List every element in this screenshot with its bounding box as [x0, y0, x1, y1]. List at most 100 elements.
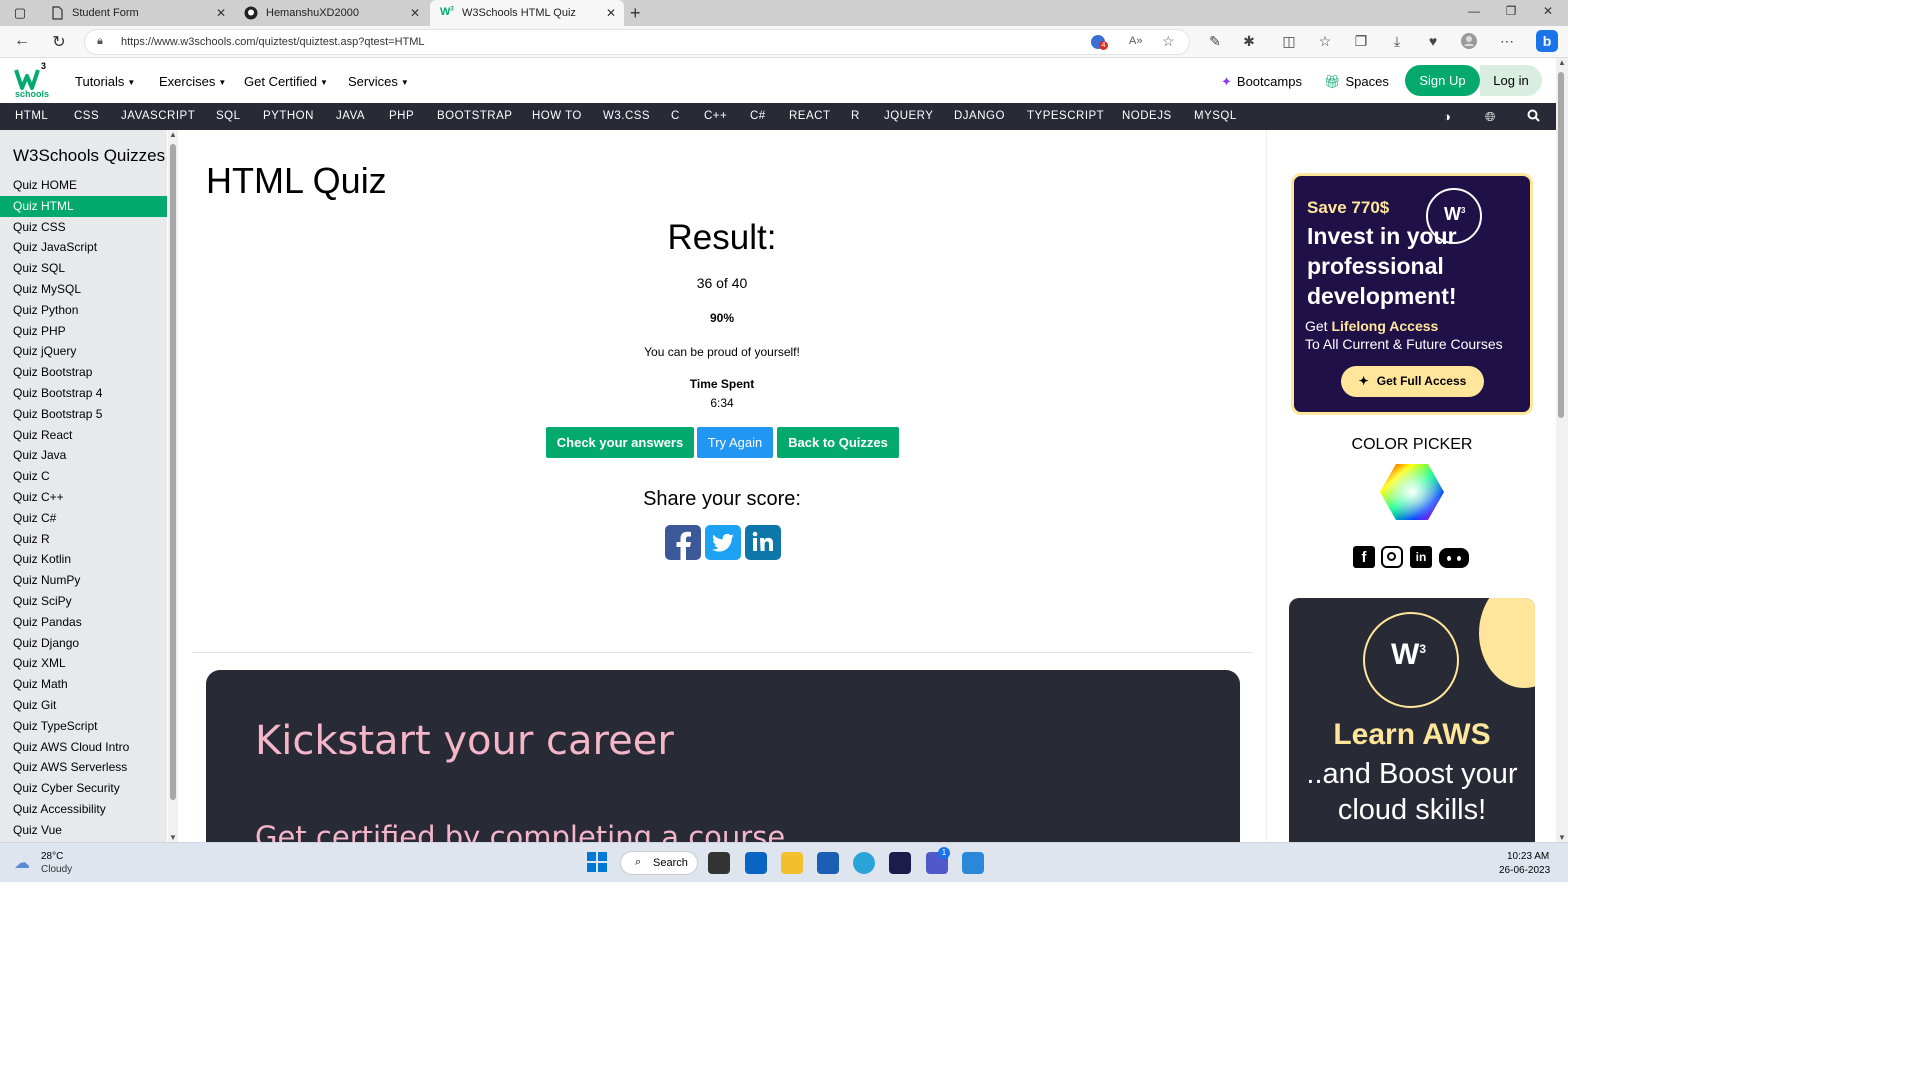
sidebar-item[interactable]: Quiz Kotlin — [0, 549, 167, 570]
sidebar-item[interactable]: Quiz React — [0, 425, 167, 446]
extension-shield-icon[interactable]: 4 — [1091, 35, 1108, 50]
sidebar-scrollbar[interactable]: ▲ ▼ — [168, 130, 178, 842]
profile-avatar-icon[interactable] — [1460, 33, 1478, 52]
clock-time[interactable]: 10:23 AM — [1507, 851, 1549, 862]
sidebar-item[interactable]: Quiz XML — [0, 653, 167, 674]
bing-copilot-icon[interactable]: b — [1536, 30, 1558, 52]
get-full-access-button[interactable]: ✦ Get Full Access — [1341, 366, 1484, 397]
tab-student-form[interactable]: Student Form ✕ — [40, 0, 234, 26]
scroll-down-icon[interactable]: ▼ — [1558, 833, 1566, 842]
sidebar-item[interactable]: Quiz C++ — [0, 487, 167, 508]
sidebar-item[interactable]: Quiz Python — [0, 300, 167, 321]
log-in-button[interactable]: Log in — [1480, 65, 1542, 96]
back-to-quizzes-button[interactable]: Back to Quizzes — [777, 427, 899, 458]
weather-cloud-icon[interactable]: ☁ — [14, 853, 30, 873]
url-text[interactable]: https://www.w3schools.com/quiztest/quizt… — [121, 36, 425, 48]
topnav-how-to[interactable]: HOW TO — [532, 110, 582, 122]
clock-date[interactable]: 26-06-2023 — [1499, 865, 1550, 876]
bootcamps-link[interactable]: ✦ Bootcamps — [1221, 74, 1302, 90]
split-screen-icon[interactable]: ◫ — [1280, 33, 1298, 50]
collections-icon[interactable]: ❐ — [1352, 33, 1370, 50]
full-access-ad[interactable]: Save 770$ Invest in your professional de… — [1291, 173, 1533, 415]
favorites-icon[interactable]: ☆ — [1316, 33, 1334, 50]
back-icon[interactable]: ← — [12, 32, 32, 50]
sidebar-item[interactable]: Quiz Pandas — [0, 612, 167, 633]
sidebar-item[interactable]: Quiz MySQL — [0, 279, 167, 300]
topnav-r[interactable]: R — [851, 110, 860, 122]
topnav-python[interactable]: PYTHON — [263, 110, 314, 122]
sidebar-item[interactable]: Quiz Git — [0, 695, 167, 716]
menu-services[interactable]: Services ▼ — [348, 74, 409, 89]
twitter-share-icon[interactable] — [705, 525, 741, 560]
sign-up-button[interactable]: Sign Up — [1405, 65, 1480, 96]
app-w-icon[interactable] — [889, 852, 911, 874]
spaces-link[interactable]: 🎁︎ Spaces — [1324, 74, 1389, 90]
menu-get-certified[interactable]: Get Certified ▼ — [244, 74, 328, 89]
topnav-w3css[interactable]: W3.CSS — [603, 110, 650, 122]
sidebar-item[interactable]: Quiz Java — [0, 445, 167, 466]
sidebar-item[interactable]: Quiz SQL — [0, 258, 167, 279]
outlook-icon[interactable] — [745, 852, 767, 874]
check-answers-button[interactable]: Check your answers — [546, 427, 694, 458]
topnav-jquery[interactable]: JQUERY — [884, 110, 933, 122]
sidebar-item[interactable]: Quiz Bootstrap 4 — [0, 383, 167, 404]
file-explorer-icon[interactable] — [781, 852, 803, 874]
downloads-icon[interactable]: ⤓ — [1388, 33, 1406, 50]
sidebar-item[interactable]: Quiz TypeScript — [0, 716, 167, 737]
teams-icon[interactable]: 1 — [926, 847, 950, 874]
topnav-nodejs[interactable]: NODEJS — [1122, 110, 1172, 122]
topnav-css[interactable]: CSS — [74, 110, 99, 122]
performance-icon[interactable]: ♥ — [1424, 33, 1442, 49]
topnav-mysql[interactable]: MYSQL — [1194, 110, 1237, 122]
sidebar-item[interactable]: Quiz jQuery — [0, 341, 167, 362]
notepad-icon[interactable] — [962, 852, 984, 874]
sidebar-item[interactable]: Quiz Bootstrap 5 — [0, 404, 167, 425]
try-again-button[interactable]: Try Again — [697, 427, 773, 458]
weather-temp[interactable]: 28°C — [41, 851, 63, 862]
new-tab-icon[interactable]: + — [630, 3, 641, 23]
sidebar-item[interactable]: Quiz AWS Cloud Intro — [0, 737, 167, 758]
topnav-html[interactable]: HTML — [15, 110, 48, 122]
topnav-typescript[interactable]: TYPESCRIPT — [1027, 110, 1104, 122]
sidebar-item[interactable]: Quiz HTML — [0, 195, 167, 217]
taskbar-search[interactable]: ⌕ Search — [620, 851, 698, 875]
read-aloud-icon[interactable]: A» — [1129, 35, 1142, 47]
minimize-icon[interactable]: — — [1464, 4, 1484, 18]
tab-w3schools-quiz[interactable]: W3 W3Schools HTML Quiz ✕ — [430, 0, 624, 26]
sidebar-item[interactable]: Quiz C# — [0, 508, 167, 529]
weather-desc[interactable]: Cloudy — [41, 864, 72, 875]
extensions-icon[interactable]: ✱ — [1240, 33, 1258, 50]
discord-icon[interactable] — [1439, 548, 1469, 568]
search-icon[interactable] — [1527, 109, 1540, 125]
topnav-bootstrap[interactable]: BOOTSTRAP — [437, 110, 512, 122]
sidebar-item[interactable]: Quiz JavaScript — [0, 237, 167, 258]
topnav-java[interactable]: JAVA — [336, 110, 365, 122]
edge-icon[interactable] — [853, 852, 875, 874]
sidebar-item[interactable]: Quiz Cyber Security — [0, 778, 167, 799]
address-bar[interactable]: 🔒︎ https://www.w3schools.com/quiztest/qu… — [84, 29, 1190, 55]
sidebar-item[interactable]: Quiz CSS — [0, 217, 167, 238]
restore-icon[interactable]: ❐ — [1501, 4, 1521, 18]
scroll-up-icon[interactable]: ▲ — [169, 130, 177, 139]
topnav-sql[interactable]: SQL — [216, 110, 241, 122]
more-menu-icon[interactable]: ⋯ — [1498, 33, 1516, 50]
topnav-c[interactable]: C — [671, 110, 680, 122]
topnav-cpp[interactable]: C++ — [704, 110, 727, 122]
sidebar-item[interactable]: Quiz Vue — [0, 820, 167, 841]
menu-exercises[interactable]: Exercises ▼ — [159, 74, 226, 89]
topnav-csharp[interactable]: C# — [750, 110, 766, 122]
sidebar-item[interactable]: Quiz HOME — [0, 175, 167, 196]
lock-icon[interactable]: 🔒︎ — [97, 35, 103, 48]
sidebar-item[interactable]: Quiz Django — [0, 633, 167, 654]
scrollbar-thumb[interactable] — [1558, 72, 1564, 418]
close-tab-icon[interactable]: ✕ — [410, 6, 420, 20]
sidebar-item[interactable]: Quiz PHP — [0, 321, 167, 342]
sidebar-item[interactable]: Quiz SciPy — [0, 591, 167, 612]
scroll-up-icon[interactable]: ▲ — [1558, 58, 1566, 67]
close-tab-icon[interactable]: ✕ — [606, 6, 616, 20]
dark-mode-icon[interactable]: ◑ — [1443, 109, 1451, 124]
instagram-icon[interactable] — [1381, 546, 1403, 568]
scrollbar-thumb[interactable] — [170, 144, 176, 800]
sidebar-item[interactable]: Quiz Bootstrap — [0, 362, 167, 383]
sidebar-item[interactable]: Quiz C — [0, 466, 167, 487]
